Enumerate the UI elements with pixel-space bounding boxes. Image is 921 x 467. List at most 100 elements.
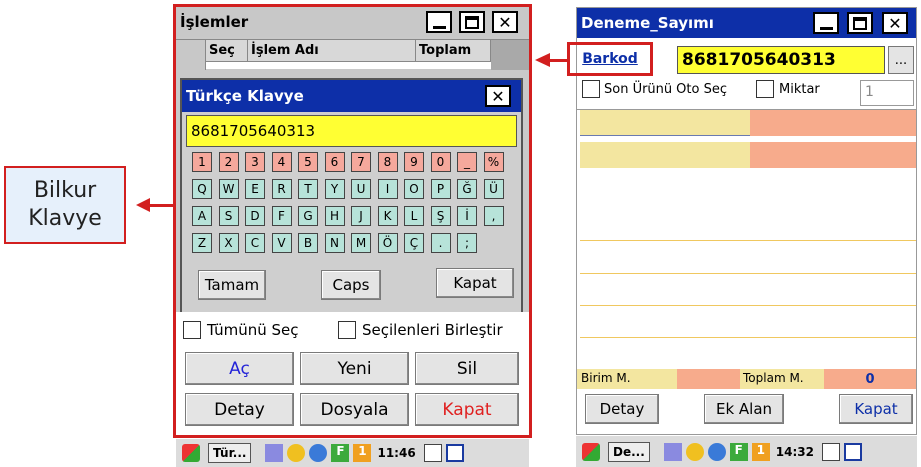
open-button[interactable]: Aç — [185, 352, 294, 385]
keyboard-key[interactable]: P — [430, 179, 451, 199]
maximize-button[interactable] — [459, 11, 485, 33]
taskbar-app-button[interactable]: De... — [608, 441, 650, 462]
keyboard-input-field[interactable]: 8681705640313 — [186, 115, 517, 147]
minimize-button[interactable] — [426, 11, 452, 33]
network-icon[interactable] — [265, 444, 284, 462]
keyboard-key[interactable]: Ş — [430, 206, 451, 226]
keyboard-key[interactable]: 2 — [218, 152, 239, 172]
keyboard-key[interactable]: F — [271, 206, 292, 226]
detail-button[interactable]: Detay — [185, 393, 294, 426]
keyboard-key[interactable]: _ — [457, 152, 477, 172]
keyboard-key[interactable]: 3 — [245, 152, 265, 172]
detail-button[interactable]: Detay — [585, 394, 659, 424]
keyboard-key[interactable]: E — [245, 179, 265, 199]
number-badge-icon[interactable]: 1 — [353, 444, 372, 462]
quantity-checkbox[interactable] — [756, 80, 774, 98]
column-header-islem-adi[interactable]: İşlem Adı — [248, 40, 416, 62]
barcode-label-link[interactable]: Barkod — [582, 51, 638, 67]
keyboard-key[interactable]: I — [377, 179, 398, 199]
window-switch-icon[interactable] — [445, 444, 464, 462]
windows-start-icon[interactable] — [582, 442, 600, 461]
last-product-option[interactable]: Son Ürünü Oto Seç — [582, 80, 727, 98]
close-window-button[interactable]: ✕ — [882, 12, 908, 34]
keyboard-key[interactable]: H — [324, 206, 345, 226]
keyboard-key[interactable]: 7 — [351, 152, 371, 172]
sync-icon[interactable] — [707, 442, 726, 461]
select-all-checkbox[interactable] — [183, 321, 201, 339]
file-button[interactable]: Dosyala — [300, 393, 409, 426]
keyboard-key[interactable]: Ö — [377, 233, 398, 253]
keyboard-key[interactable]: W — [218, 179, 239, 199]
keyboard-key[interactable]: Ğ — [457, 179, 477, 199]
list-row-2-cell-1[interactable] — [580, 142, 750, 168]
column-header-toplam[interactable]: Toplam — [416, 40, 491, 62]
keyboard-key[interactable]: K — [377, 206, 398, 226]
list-row-2-cell-2[interactable] — [750, 142, 916, 168]
keyboard-key[interactable]: Ü — [483, 179, 504, 199]
keyboard-key[interactable]: V — [271, 233, 292, 253]
f-badge-icon[interactable]: F — [331, 444, 350, 462]
number-badge-icon[interactable]: 1 — [751, 442, 770, 461]
keyboard-key[interactable]: % — [483, 152, 504, 172]
power-icon[interactable] — [287, 444, 306, 462]
barcode-input[interactable]: 8681705640313 — [677, 46, 885, 74]
browse-button[interactable]: ... — [888, 46, 914, 74]
keyboard-key[interactable]: J — [351, 206, 371, 226]
keyboard-key[interactable]: U — [351, 179, 371, 199]
keyboard-key[interactable]: 6 — [324, 152, 345, 172]
window-switch-icon[interactable] — [843, 442, 862, 461]
keyboard-key[interactable]: M — [351, 233, 371, 253]
quantity-input[interactable]: 1 — [860, 80, 914, 106]
keyboard-key[interactable]: O — [404, 179, 424, 199]
merge-selected-option[interactable]: Seçilenleri Birleştir — [338, 321, 503, 339]
keyboard-key[interactable]: Z — [192, 233, 212, 253]
keyboard-key[interactable]: B — [298, 233, 318, 253]
column-header-sec[interactable]: Seç — [206, 40, 248, 62]
keyboard-key[interactable]: 9 — [404, 152, 424, 172]
minimize-button[interactable] — [813, 12, 839, 34]
list-row-1-cell-1[interactable] — [580, 110, 750, 136]
sync-icon[interactable] — [309, 444, 328, 462]
keyboard-key[interactable]: N — [324, 233, 345, 253]
keyboard-close-text-button[interactable]: Kapat — [436, 268, 514, 298]
close-window-button[interactable]: ✕ — [492, 11, 518, 33]
keyboard-key[interactable]: , — [483, 206, 504, 226]
keyboard-key[interactable]: Q — [192, 179, 212, 199]
keyboard-key[interactable]: 8 — [377, 152, 398, 172]
keyboard-key[interactable]: G — [298, 206, 318, 226]
keyboard-key[interactable]: ; — [457, 233, 477, 253]
keyboard-key[interactable]: İ — [457, 206, 477, 226]
keyboard-key[interactable]: 5 — [298, 152, 318, 172]
taskbar-app-button[interactable]: Tür... — [208, 443, 252, 463]
maximize-button[interactable] — [847, 12, 873, 34]
keyboard-key[interactable]: X — [218, 233, 239, 253]
keyboard-key[interactable]: A — [192, 206, 212, 226]
keyboard-key[interactable]: L — [404, 206, 424, 226]
quantity-option[interactable]: Miktar — [756, 80, 820, 98]
keyboard-key[interactable]: C — [245, 233, 265, 253]
keyboard-key[interactable]: 0 — [430, 152, 451, 172]
network-icon[interactable] — [663, 442, 682, 461]
select-all-option[interactable]: Tümünü Seç — [183, 321, 299, 339]
keyboard-key[interactable]: Y — [324, 179, 345, 199]
delete-button[interactable]: Sil — [415, 352, 519, 385]
list-row-1-cell-2[interactable] — [750, 110, 916, 136]
new-button[interactable]: Yeni — [300, 352, 409, 385]
keyboard-caps-button[interactable]: Caps — [321, 270, 381, 300]
extra-field-button[interactable]: Ek Alan — [704, 394, 784, 424]
keyboard-ok-button[interactable]: Tamam — [198, 270, 266, 300]
keyboard-key[interactable]: Ç — [404, 233, 424, 253]
keyboard-key[interactable]: S — [218, 206, 239, 226]
windows-start-icon[interactable] — [182, 444, 200, 462]
keyboard-key[interactable]: D — [245, 206, 265, 226]
keyboard-icon[interactable] — [821, 442, 840, 461]
keyboard-key[interactable]: 1 — [192, 152, 212, 172]
keyboard-key[interactable]: R — [271, 179, 292, 199]
keyboard-icon[interactable] — [423, 444, 442, 462]
merge-selected-checkbox[interactable] — [338, 321, 356, 339]
last-product-checkbox[interactable] — [582, 80, 600, 98]
keyboard-key[interactable]: 4 — [271, 152, 292, 172]
keyboard-key[interactable]: T — [298, 179, 318, 199]
keyboard-close-button[interactable]: ✕ — [485, 85, 511, 107]
close-button[interactable]: Kapat — [839, 394, 913, 424]
